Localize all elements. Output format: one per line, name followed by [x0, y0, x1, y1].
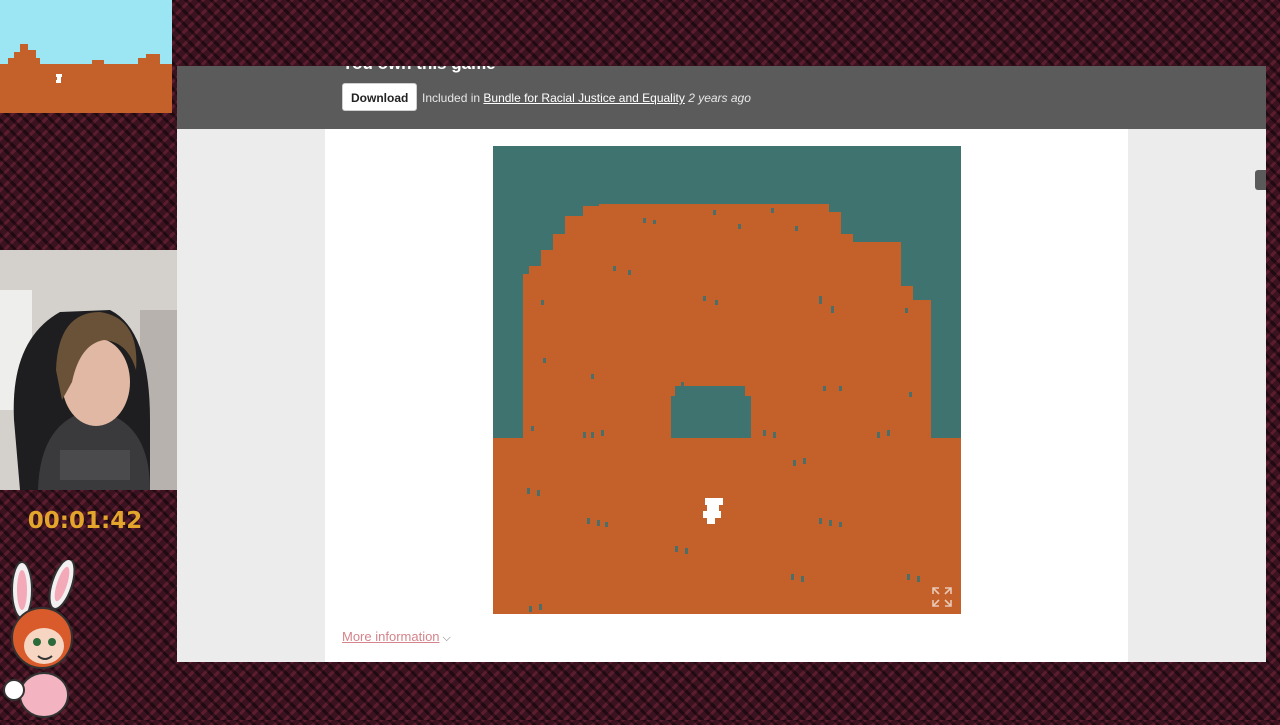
- included-in-row: Included in Bundle for Racial Justice an…: [422, 91, 751, 105]
- included-timestamp: 2 years ago: [688, 91, 751, 105]
- bunny-mascot-art: [3, 558, 76, 718]
- more-information-label: More information: [342, 629, 440, 644]
- chevron-down-icon: ⌵: [442, 632, 451, 644]
- game-thumbnail-scene: [0, 0, 172, 113]
- owned-title: You own this game: [342, 66, 496, 74]
- bundle-link[interactable]: Bundle for Racial Justice and Equality: [483, 91, 684, 105]
- download-button[interactable]: Download: [342, 83, 418, 111]
- game-embed[interactable]: [493, 146, 961, 614]
- purchase-banner: You own this game Download Included in B…: [177, 66, 1266, 129]
- side-panel-tab[interactable]: [1255, 170, 1266, 190]
- included-prefix: Included in: [422, 91, 484, 105]
- game-canvas[interactable]: [493, 146, 961, 614]
- game-thumbnail: [0, 0, 172, 113]
- browser-viewport: You own this game Download Included in B…: [177, 66, 1266, 662]
- fullscreen-icon[interactable]: [931, 586, 953, 608]
- webcam-feed: [0, 250, 177, 490]
- more-information-link[interactable]: More information ⌵: [342, 629, 451, 645]
- bunny-mascot: [0, 558, 95, 720]
- webcam-scene: [0, 250, 177, 490]
- game-page-column: More information ⌵: [325, 129, 1128, 662]
- speedrun-timer: 00:01:42: [27, 508, 143, 534]
